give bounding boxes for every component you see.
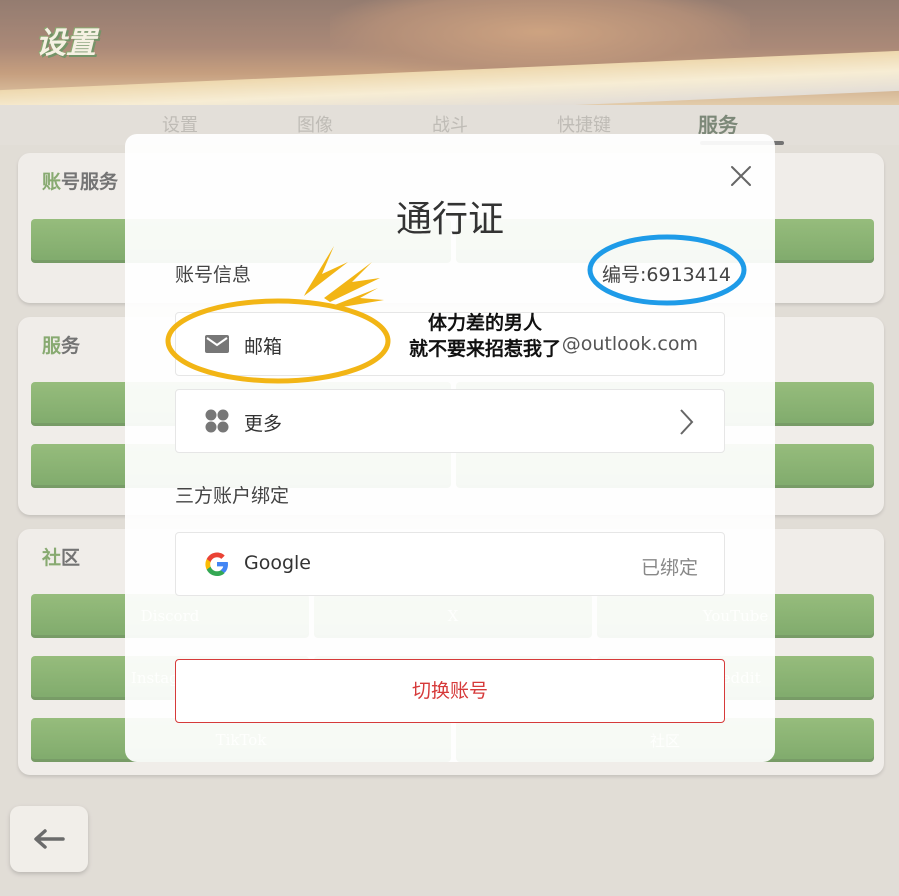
annotation-line-1: 体力差的男人 bbox=[427, 312, 542, 334]
annotation-caption: 体力差的男人 就不要来招惹我了 bbox=[390, 310, 580, 362]
email-label: 邮箱 bbox=[244, 336, 283, 358]
more-row[interactable]: 更多 bbox=[175, 389, 725, 453]
google-label: Google bbox=[244, 552, 312, 574]
annotation-line-2: 就不要来招惹我了 bbox=[408, 338, 561, 360]
account-id: 编号:6913414 bbox=[602, 264, 732, 286]
close-icon[interactable] bbox=[727, 162, 755, 190]
account-info-label: 账号信息 bbox=[175, 264, 252, 286]
email-value: @outlook.com bbox=[561, 333, 698, 355]
google-icon bbox=[205, 552, 228, 576]
passport-dialog: 通行证 账号信息 编号:6913414 邮箱 @outlook.com 更多 三… bbox=[125, 134, 775, 762]
clover-icon bbox=[205, 409, 229, 433]
google-row[interactable]: Google 已绑定 bbox=[175, 532, 725, 596]
dialog-title: 通行证 bbox=[395, 199, 504, 240]
third-party-label: 三方账户绑定 bbox=[175, 485, 290, 507]
switch-account-button[interactable]: 切换账号 bbox=[175, 659, 725, 723]
chevron-right-icon bbox=[680, 409, 694, 435]
more-label: 更多 bbox=[244, 413, 283, 435]
google-bound-status: 已绑定 bbox=[640, 557, 698, 579]
envelope-icon bbox=[205, 335, 229, 353]
